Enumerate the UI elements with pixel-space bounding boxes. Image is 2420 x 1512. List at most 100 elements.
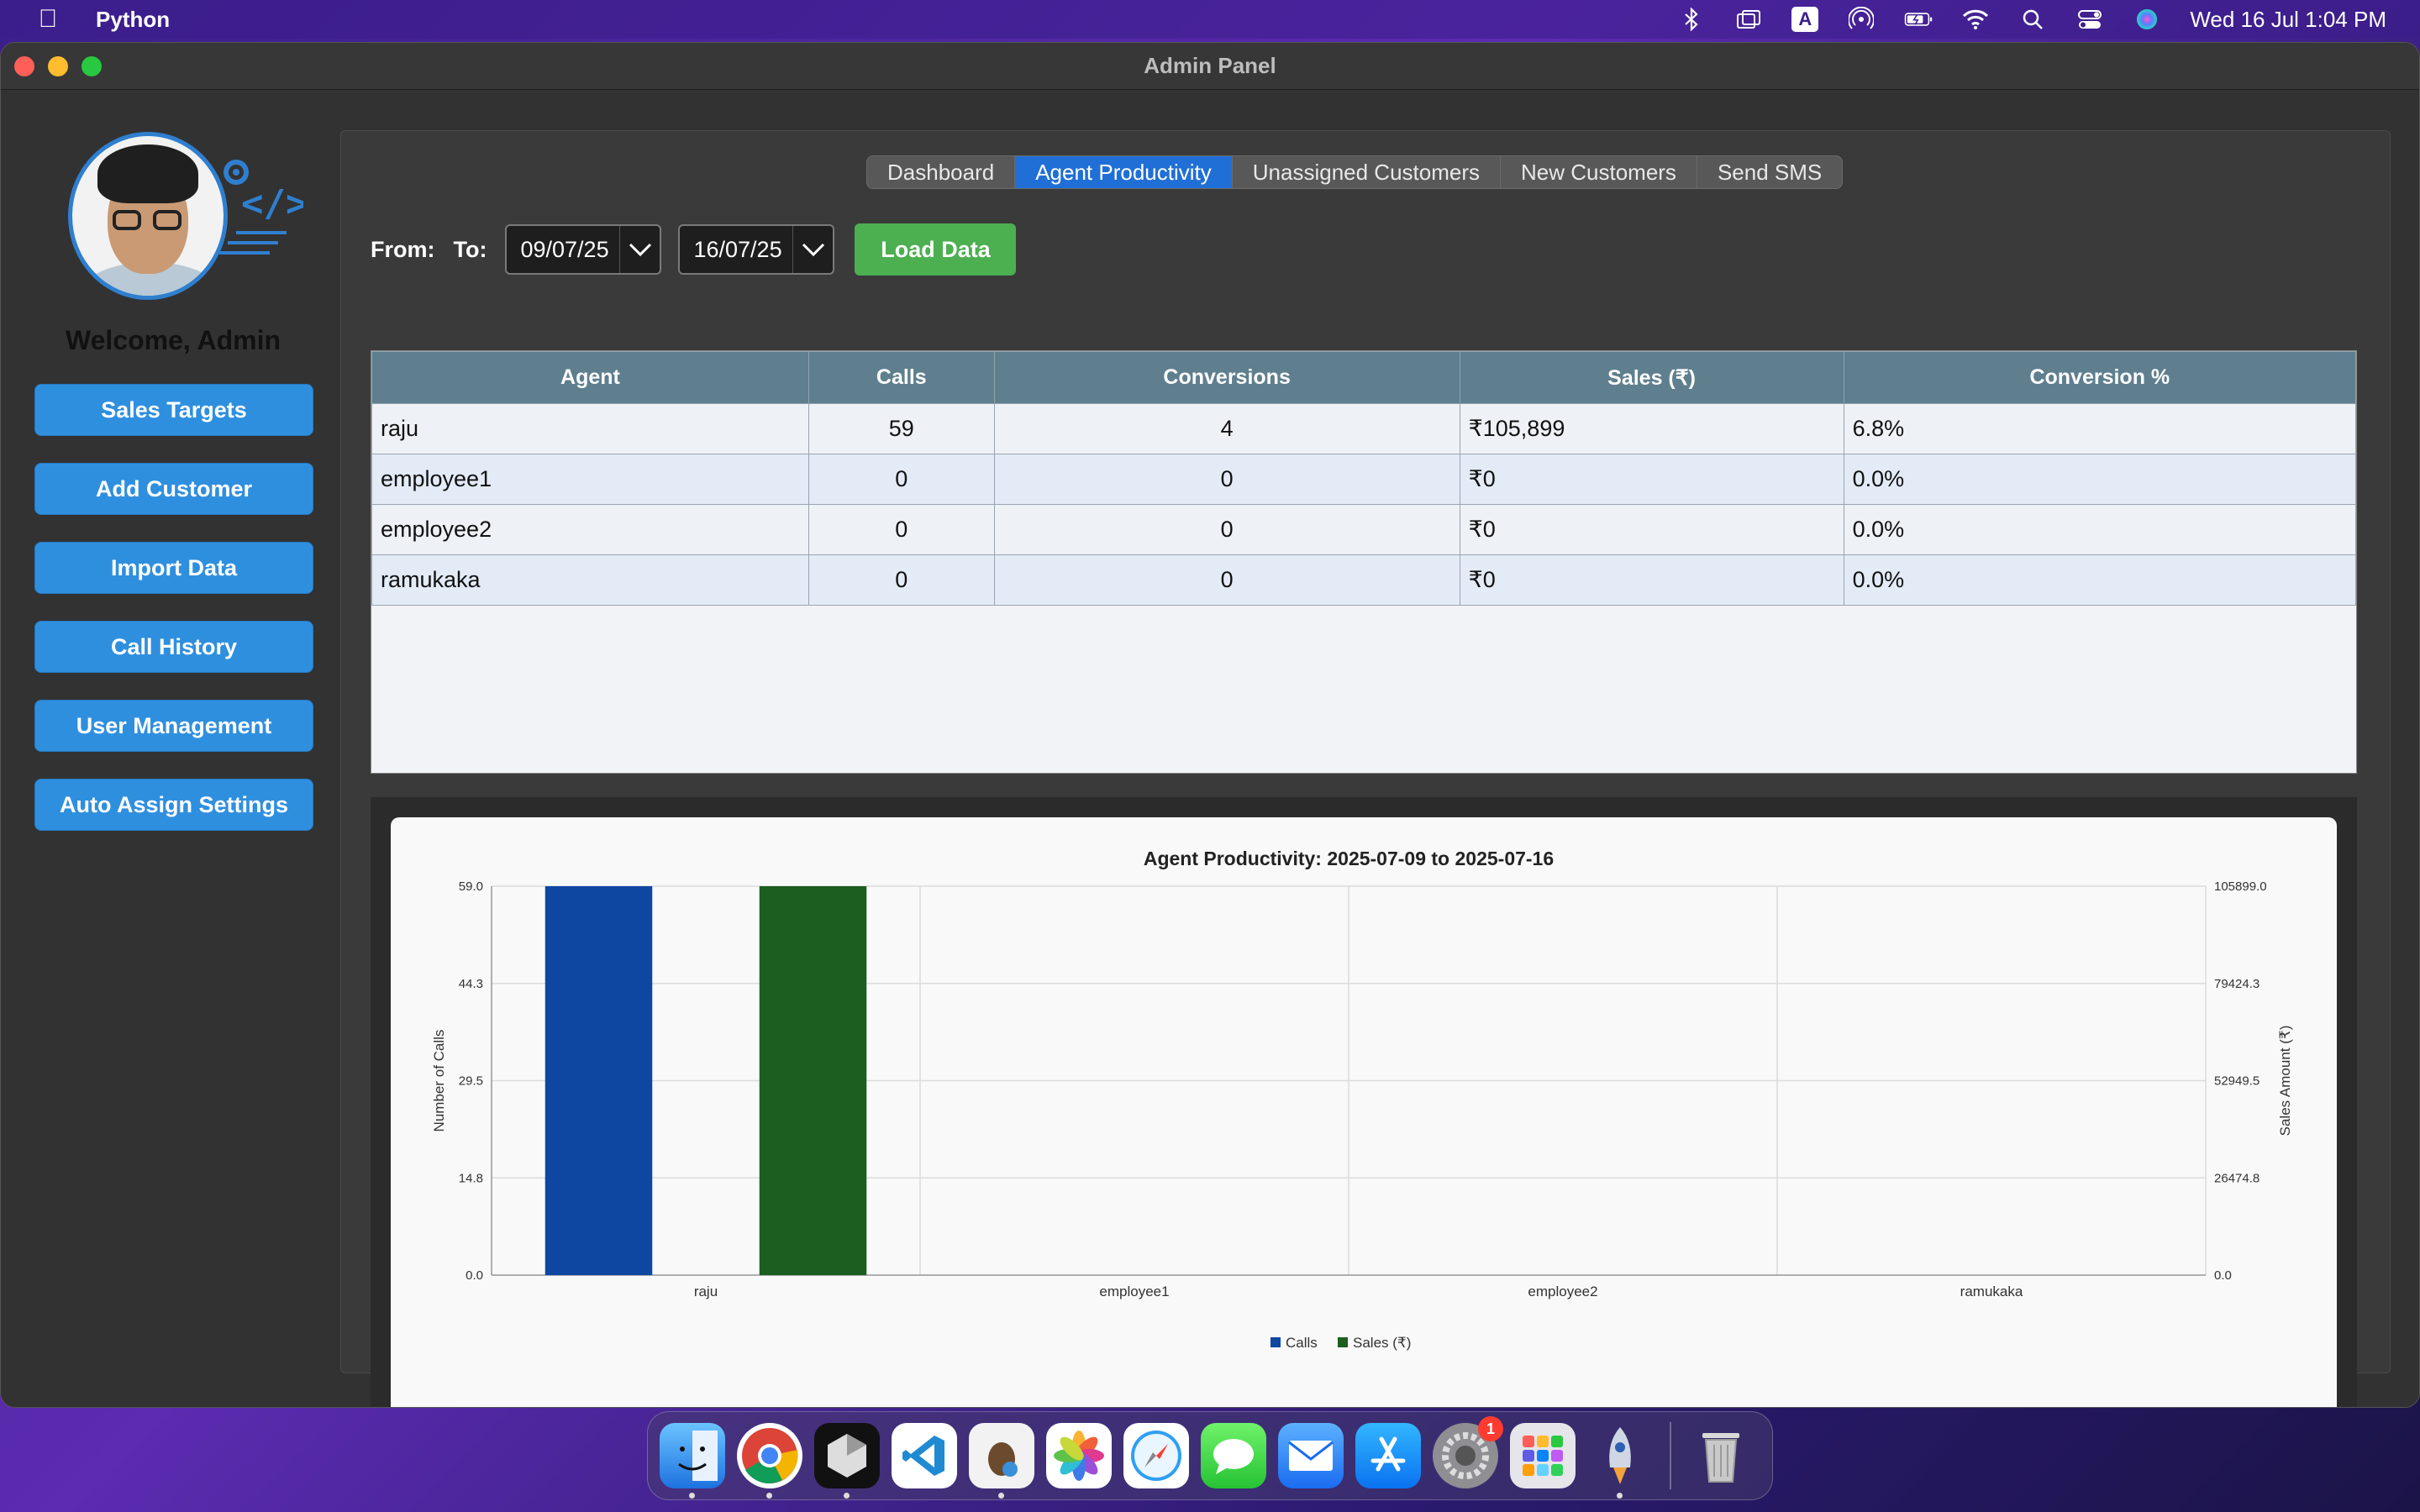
finder-icon[interactable] [660,1423,725,1499]
agent-cell: employee2 [371,504,809,555]
legend-swatch [1338,1337,1348,1347]
conversion-rate-cell: 0.0% [1843,504,2357,555]
safari-icon[interactable] [1123,1423,1189,1488]
load-data-button[interactable]: Load Data [855,223,1017,276]
table-row[interactable]: raju 59 4 ₹105,899 6.8% [371,403,2357,454]
chart-card: Agent Productivity: 2025-07-09 to 2025-0… [391,817,2337,1407]
bar-sales[interactable] [759,886,867,1275]
conversions-cell: 0 [993,454,1460,505]
y-tick-label: 14.8 [459,1171,483,1185]
column-header[interactable]: Conversion % [1843,351,2357,404]
y-tick-label: 0.0 [466,1268,483,1283]
table-row[interactable]: employee1 0 0 ₹0 0.0% [371,454,2357,505]
from-date-input[interactable] [507,236,617,263]
notification-badge: 1 [1478,1416,1503,1441]
column-header[interactable]: Sales (₹) [1459,351,1844,404]
legend-label: Sales (₹) [1353,1335,1411,1351]
code-gear-icon: </> [219,160,303,255]
tab-new-customers[interactable]: New Customers [1501,156,1697,188]
cursor-icon[interactable] [814,1423,880,1499]
avatar [68,132,228,300]
column-header[interactable]: Conversions [993,351,1460,404]
productivity-chart: Agent Productivity: 2025-07-09 to 2025-0… [431,848,2293,1351]
battery-icon[interactable] [1904,7,1933,32]
conversions-cell: 4 [993,403,1460,454]
tab-send-sms[interactable]: Send SMS [1697,156,1842,188]
title-bar: Admin Panel [1,43,2419,90]
user-management-button[interactable]: User Management [34,700,313,752]
launchpad-icon[interactable] [1510,1423,1576,1488]
wifi-icon[interactable] [1961,7,1990,32]
airdrop-icon[interactable] [1847,7,1876,32]
screen-mirror-icon[interactable] [1734,7,1763,32]
conversion-rate-cell: 0.0% [1843,554,2357,606]
sales-cell: ₹0 [1459,554,1844,606]
chrome-icon[interactable] [737,1423,802,1499]
dock: 1 [647,1411,1773,1500]
productivity-table: Agent Calls Conversions Sales (₹) Conver… [371,350,2357,774]
menu-app-name[interactable]: Python [96,7,170,33]
tab-agent-productivity[interactable]: Agent Productivity [1015,156,1233,188]
sequel-ace-icon[interactable] [969,1423,1034,1499]
close-window-button[interactable] [14,56,34,76]
tab-bar: Dashboard Agent Productivity Unassigned … [866,155,1844,189]
menu-clock[interactable]: Wed 16 Jul 1:04 PM [2190,7,2386,33]
legend-label: Calls [1286,1335,1318,1351]
table-row[interactable]: ramukaka 0 0 ₹0 0.0% [371,554,2357,606]
app-content: </> Welcome, Admin Sales Targets Add Cus… [1,90,2419,1407]
sales-targets-button[interactable]: Sales Targets [34,384,313,436]
column-header[interactable]: Calls [808,351,995,404]
add-customer-button[interactable]: Add Customer [34,463,313,515]
app-store-icon[interactable] [1355,1423,1421,1488]
minimize-window-button[interactable] [48,56,68,76]
trash-icon[interactable] [1688,1423,1754,1488]
conversions-cell: 0 [993,504,1460,555]
chevron-down-icon[interactable] [619,226,660,273]
rocket-icon[interactable] [1587,1423,1653,1499]
y2-tick-label: 26474.8 [2214,1171,2260,1185]
agent-cell: ramukaka [371,554,809,606]
chevron-down-icon[interactable] [792,226,833,273]
table-row[interactable]: employee2 0 0 ₹0 0.0% [371,504,2357,555]
agent-cell: employee1 [371,454,809,505]
column-header[interactable]: Agent [371,351,809,404]
bar-calls[interactable] [544,886,653,1275]
date-filter-bar: From: To: Load Data [371,223,1017,276]
calls-cell: 59 [808,403,995,454]
control-center-icon[interactable] [2075,7,2104,32]
chart-title: Agent Productivity: 2025-07-09 to 2025-0… [1144,848,1554,869]
y-tick-label: 29.5 [459,1074,483,1089]
sidebar: </> Welcome, Admin Sales Targets Add Cus… [1,90,345,1407]
apple-icon[interactable]:  [34,5,62,34]
mail-icon[interactable] [1278,1423,1344,1488]
zoom-window-button[interactable] [82,56,102,76]
y-tick-label: 59.0 [459,879,483,894]
photos-icon[interactable] [1046,1423,1112,1488]
from-date-picker[interactable] [505,224,662,275]
sales-cell: ₹105,899 [1459,403,1844,454]
svg-text:</>: </> [241,182,303,225]
vscode-icon[interactable] [892,1423,957,1488]
table-header-row: Agent Calls Conversions Sales (₹) Conver… [371,351,2357,404]
calls-cell: 0 [808,504,995,555]
sales-cell: ₹0 [1459,454,1844,505]
agent-cell: raju [371,403,809,454]
tab-dashboard[interactable]: Dashboard [867,156,1016,188]
call-history-button[interactable]: Call History [34,621,313,673]
x-tick-label: employee1 [1099,1284,1169,1299]
auto-assign-settings-button[interactable]: Auto Assign Settings [34,779,313,831]
tab-unassigned-customers[interactable]: Unassigned Customers [1233,156,1501,188]
bluetooth-icon[interactable] [1677,7,1706,32]
chart-container: Agent Productivity: 2025-07-09 to 2025-0… [371,797,2357,1407]
x-tick-label: ramukaka [1960,1284,2023,1299]
to-date-input[interactable] [680,236,790,263]
siri-icon[interactable] [2133,7,2161,32]
to-date-picker[interactable] [678,224,835,275]
messages-icon[interactable] [1201,1423,1266,1488]
search-icon[interactable] [2018,7,2047,32]
import-data-button[interactable]: Import Data [34,542,313,594]
system-settings-icon[interactable]: 1 [1433,1416,1503,1488]
y-axis-label: Number of Calls [431,1030,447,1132]
input-source-icon[interactable]: A [1791,7,1819,32]
conversion-rate-cell: 0.0% [1843,454,2357,505]
